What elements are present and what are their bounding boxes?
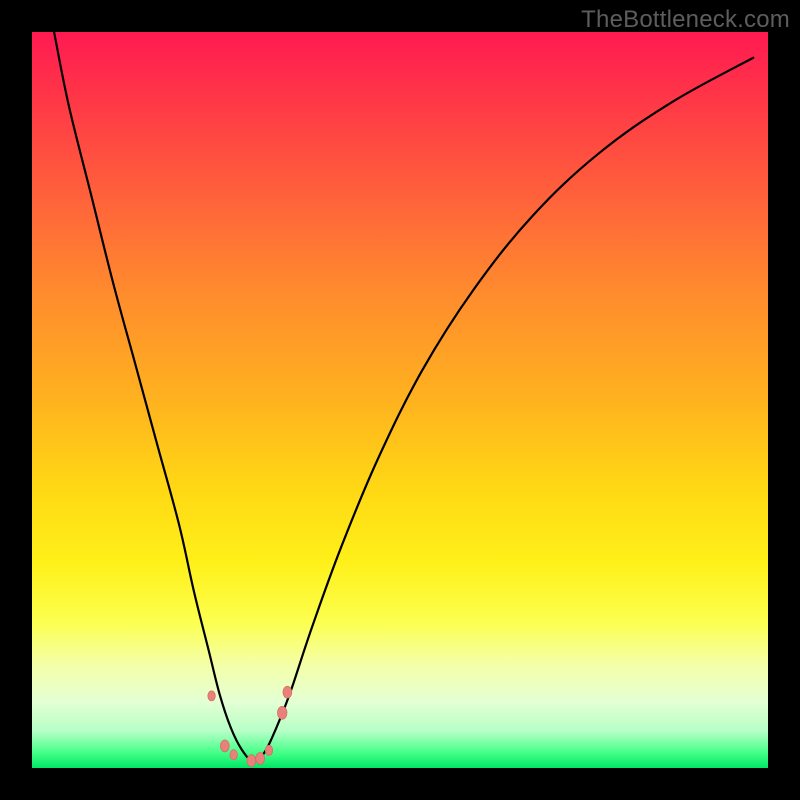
data-marker xyxy=(230,750,238,760)
data-marker xyxy=(265,745,273,755)
watermark-text: TheBottleneck.com xyxy=(581,6,790,34)
data-marker xyxy=(208,691,216,701)
data-marker xyxy=(277,706,287,719)
plot-area xyxy=(32,32,768,768)
chart-frame: TheBottleneck.com xyxy=(0,0,800,800)
data-marker xyxy=(220,740,229,752)
data-marker xyxy=(247,755,256,767)
bottleneck-curve xyxy=(32,32,768,768)
data-marker xyxy=(256,752,265,764)
data-marker xyxy=(283,686,292,698)
